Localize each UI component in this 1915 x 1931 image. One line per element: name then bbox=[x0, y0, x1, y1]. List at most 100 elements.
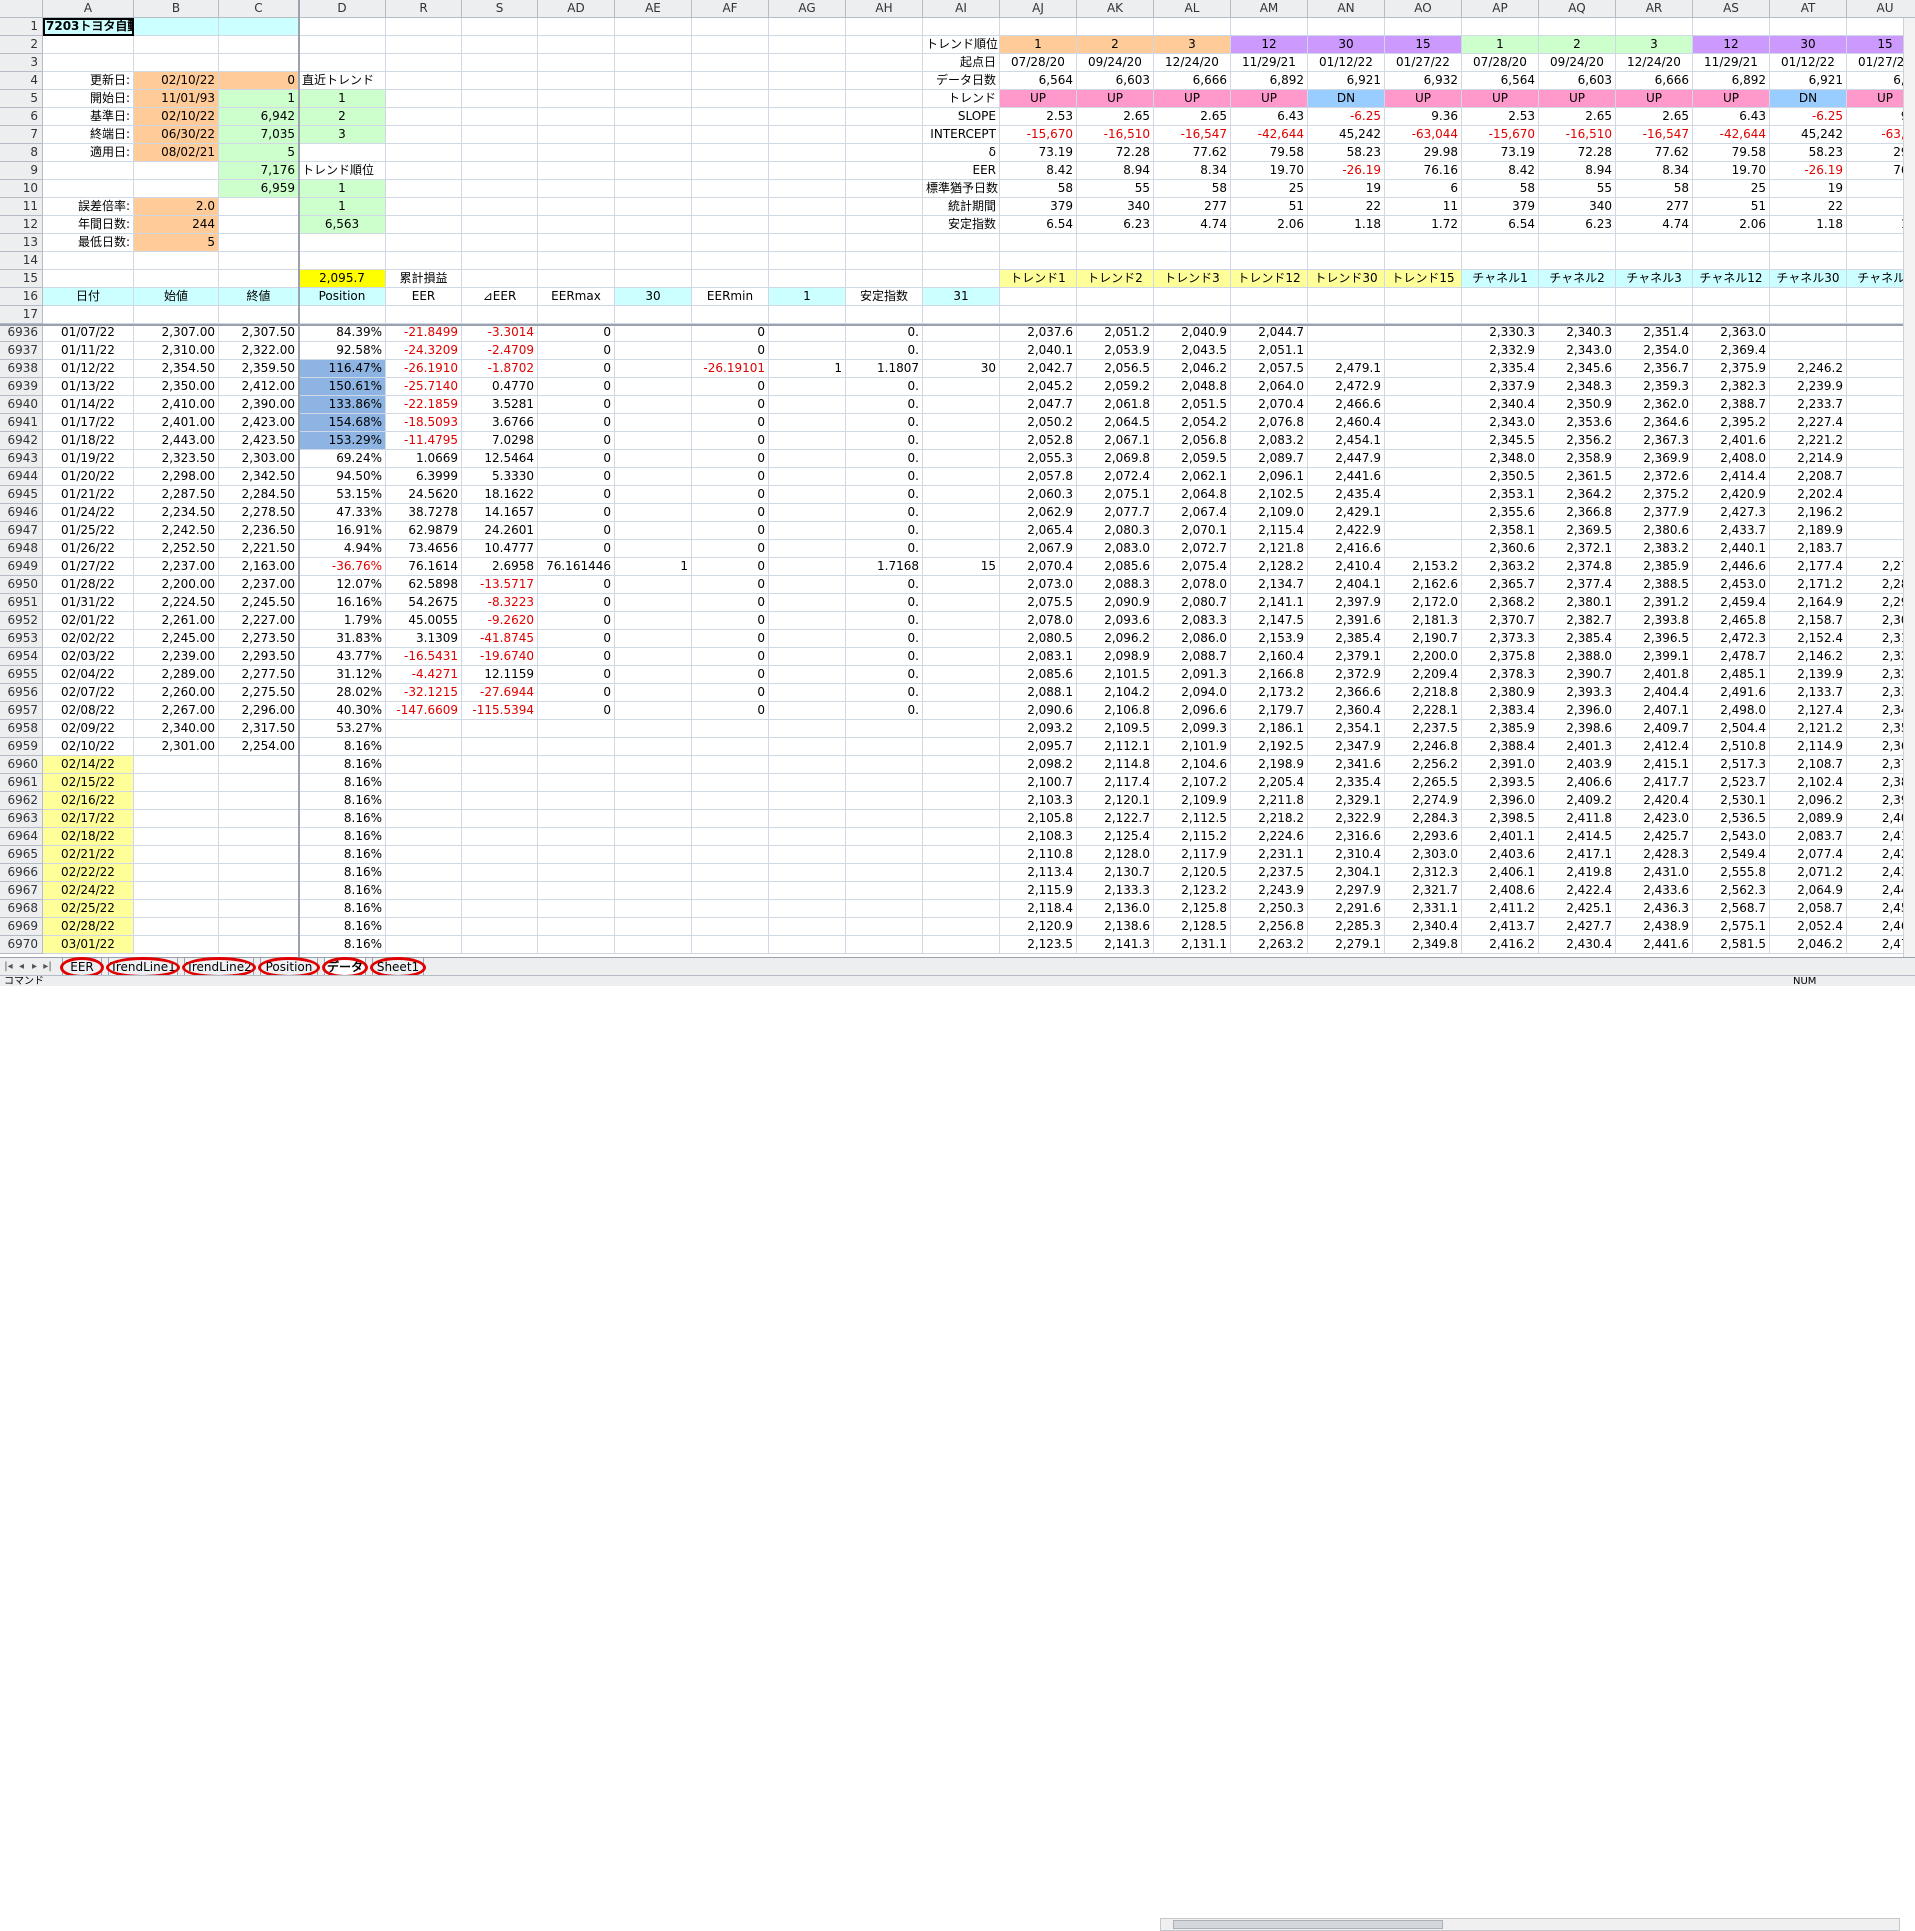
cell-r[interactable] bbox=[386, 108, 462, 126]
cell-ar[interactable]: 2,369.9 bbox=[1616, 450, 1693, 468]
cell-ae[interactable] bbox=[615, 720, 692, 738]
cell-s[interactable] bbox=[462, 882, 538, 900]
cell-a[interactable]: 01/25/22 bbox=[43, 522, 134, 540]
cell-ai[interactable]: 起点日 bbox=[923, 54, 1000, 72]
cell-an[interactable] bbox=[1308, 252, 1385, 270]
cell-ap[interactable]: 2,383.4 bbox=[1462, 702, 1539, 720]
cell-s[interactable] bbox=[462, 216, 538, 234]
cell-aj[interactable]: 2,078.0 bbox=[1000, 612, 1077, 630]
cell-ar[interactable]: 2,380.6 bbox=[1616, 522, 1693, 540]
cell-ar[interactable]: 2,362.0 bbox=[1616, 396, 1693, 414]
cell-a[interactable]: 02/10/22 bbox=[43, 738, 134, 756]
cell-ag[interactable] bbox=[769, 864, 846, 882]
cell-a[interactable]: 01/18/22 bbox=[43, 432, 134, 450]
cell-aj[interactable]: 2,123.5 bbox=[1000, 936, 1077, 954]
cell-ar[interactable]: 2,409.7 bbox=[1616, 720, 1693, 738]
cell-ak[interactable]: 2,098.9 bbox=[1077, 648, 1154, 666]
cell-c[interactable] bbox=[219, 774, 299, 792]
cell-ao[interactable]: 2,274.9 bbox=[1385, 792, 1462, 810]
cell-ak[interactable]: 2,130.7 bbox=[1077, 864, 1154, 882]
cell-r[interactable] bbox=[386, 828, 462, 846]
cell-ap[interactable]: 2,380.9 bbox=[1462, 684, 1539, 702]
cell-a[interactable]: 01/31/22 bbox=[43, 594, 134, 612]
cell-aj[interactable] bbox=[1000, 252, 1077, 270]
cell-af[interactable] bbox=[692, 828, 769, 846]
cell-c[interactable]: 6,942 bbox=[219, 108, 299, 126]
cell-af[interactable]: 0 bbox=[692, 540, 769, 558]
cell-c[interactable] bbox=[219, 846, 299, 864]
cell-am[interactable]: 2.06 bbox=[1231, 216, 1308, 234]
cell-ad[interactable] bbox=[538, 108, 615, 126]
cell-ae[interactable] bbox=[615, 18, 692, 36]
cell-an[interactable]: 58.23 bbox=[1308, 144, 1385, 162]
cell-r[interactable] bbox=[386, 918, 462, 936]
cell-aq[interactable]: 2,406.6 bbox=[1539, 774, 1616, 792]
cell-ar[interactable]: 2,401.8 bbox=[1616, 666, 1693, 684]
cell-ak[interactable]: 2,080.3 bbox=[1077, 522, 1154, 540]
cell-al[interactable]: 2,070.1 bbox=[1154, 522, 1231, 540]
cell-ao[interactable]: 2,349.8 bbox=[1385, 936, 1462, 954]
cell-ag[interactable] bbox=[769, 828, 846, 846]
cell-ad[interactable]: 0 bbox=[538, 486, 615, 504]
cell-aj[interactable]: 2,073.0 bbox=[1000, 576, 1077, 594]
cell-ak[interactable]: 2,109.5 bbox=[1077, 720, 1154, 738]
cell-as[interactable]: 2,401.6 bbox=[1693, 432, 1770, 450]
cell-as[interactable]: 2,517.3 bbox=[1693, 756, 1770, 774]
cell-ao[interactable]: トレンド15 bbox=[1385, 270, 1462, 288]
cell-ad[interactable]: 0 bbox=[538, 594, 615, 612]
cell-ak[interactable]: 2,138.6 bbox=[1077, 918, 1154, 936]
cell-ao[interactable]: 2,246.8 bbox=[1385, 738, 1462, 756]
cell-af[interactable]: 0 bbox=[692, 468, 769, 486]
cell-an[interactable]: 2,279.1 bbox=[1308, 936, 1385, 954]
cell-am[interactable]: 2,153.9 bbox=[1231, 630, 1308, 648]
cell-ap[interactable]: 2,388.4 bbox=[1462, 738, 1539, 756]
cell-aq[interactable]: 2,425.1 bbox=[1539, 900, 1616, 918]
cell-ah[interactable] bbox=[846, 90, 923, 108]
cell-ah[interactable] bbox=[846, 738, 923, 756]
cell-al[interactable]: 2,056.8 bbox=[1154, 432, 1231, 450]
cell-am[interactable]: 2,121.8 bbox=[1231, 540, 1308, 558]
cell-ao[interactable]: 2,293.6 bbox=[1385, 828, 1462, 846]
cell-ao[interactable]: 11 bbox=[1385, 198, 1462, 216]
cell-ag[interactable] bbox=[769, 198, 846, 216]
cell-r[interactable] bbox=[386, 882, 462, 900]
cell-aq[interactable]: UP bbox=[1539, 90, 1616, 108]
cell-af[interactable]: 0 bbox=[692, 648, 769, 666]
cell-c[interactable]: 2,163.00 bbox=[219, 558, 299, 576]
cell-ap[interactable]: 2,358.1 bbox=[1462, 522, 1539, 540]
cell-d[interactable]: 69.24% bbox=[299, 450, 386, 468]
cell-al[interactable]: 2,096.6 bbox=[1154, 702, 1231, 720]
cell-an[interactable]: 2,422.9 bbox=[1308, 522, 1385, 540]
cell-c[interactable]: 7,176 bbox=[219, 162, 299, 180]
cell-as[interactable] bbox=[1693, 306, 1770, 324]
cell-ap[interactable]: 2,385.9 bbox=[1462, 720, 1539, 738]
cell-c[interactable] bbox=[219, 270, 299, 288]
cell-ae[interactable] bbox=[615, 504, 692, 522]
cell-ad[interactable] bbox=[538, 54, 615, 72]
cell-an[interactable]: 2,435.4 bbox=[1308, 486, 1385, 504]
cell-ae[interactable] bbox=[615, 666, 692, 684]
cell-ag[interactable] bbox=[769, 522, 846, 540]
cell-ap[interactable]: 2,348.0 bbox=[1462, 450, 1539, 468]
cell-aq[interactable]: 2,358.9 bbox=[1539, 450, 1616, 468]
row-header[interactable]: 9 bbox=[0, 162, 43, 180]
cell-aj[interactable]: 2,067.9 bbox=[1000, 540, 1077, 558]
cell-ad[interactable]: 0 bbox=[538, 342, 615, 360]
cell-ag[interactable]: 1 bbox=[769, 288, 846, 306]
cell-as[interactable]: 2,395.2 bbox=[1693, 414, 1770, 432]
cell-c[interactable]: 2,423.00 bbox=[219, 414, 299, 432]
cell-am[interactable]: 2,089.7 bbox=[1231, 450, 1308, 468]
cell-am[interactable]: 2,147.5 bbox=[1231, 612, 1308, 630]
cell-a[interactable]: 01/17/22 bbox=[43, 414, 134, 432]
cell-c[interactable]: 0 bbox=[219, 72, 299, 90]
row-header[interactable]: 6942 bbox=[0, 432, 43, 450]
cell-ar[interactable]: 2,431.0 bbox=[1616, 864, 1693, 882]
cell-ao[interactable] bbox=[1385, 468, 1462, 486]
cell-ao[interactable]: 2,265.5 bbox=[1385, 774, 1462, 792]
cell-ap[interactable]: UP bbox=[1462, 90, 1539, 108]
cell-ad[interactable] bbox=[538, 720, 615, 738]
cell-at[interactable]: 2,133.7 bbox=[1770, 684, 1847, 702]
cell-ad[interactable]: 0 bbox=[538, 324, 615, 342]
cell-r[interactable]: 24.5620 bbox=[386, 486, 462, 504]
cell-ap[interactable]: 2,408.6 bbox=[1462, 882, 1539, 900]
